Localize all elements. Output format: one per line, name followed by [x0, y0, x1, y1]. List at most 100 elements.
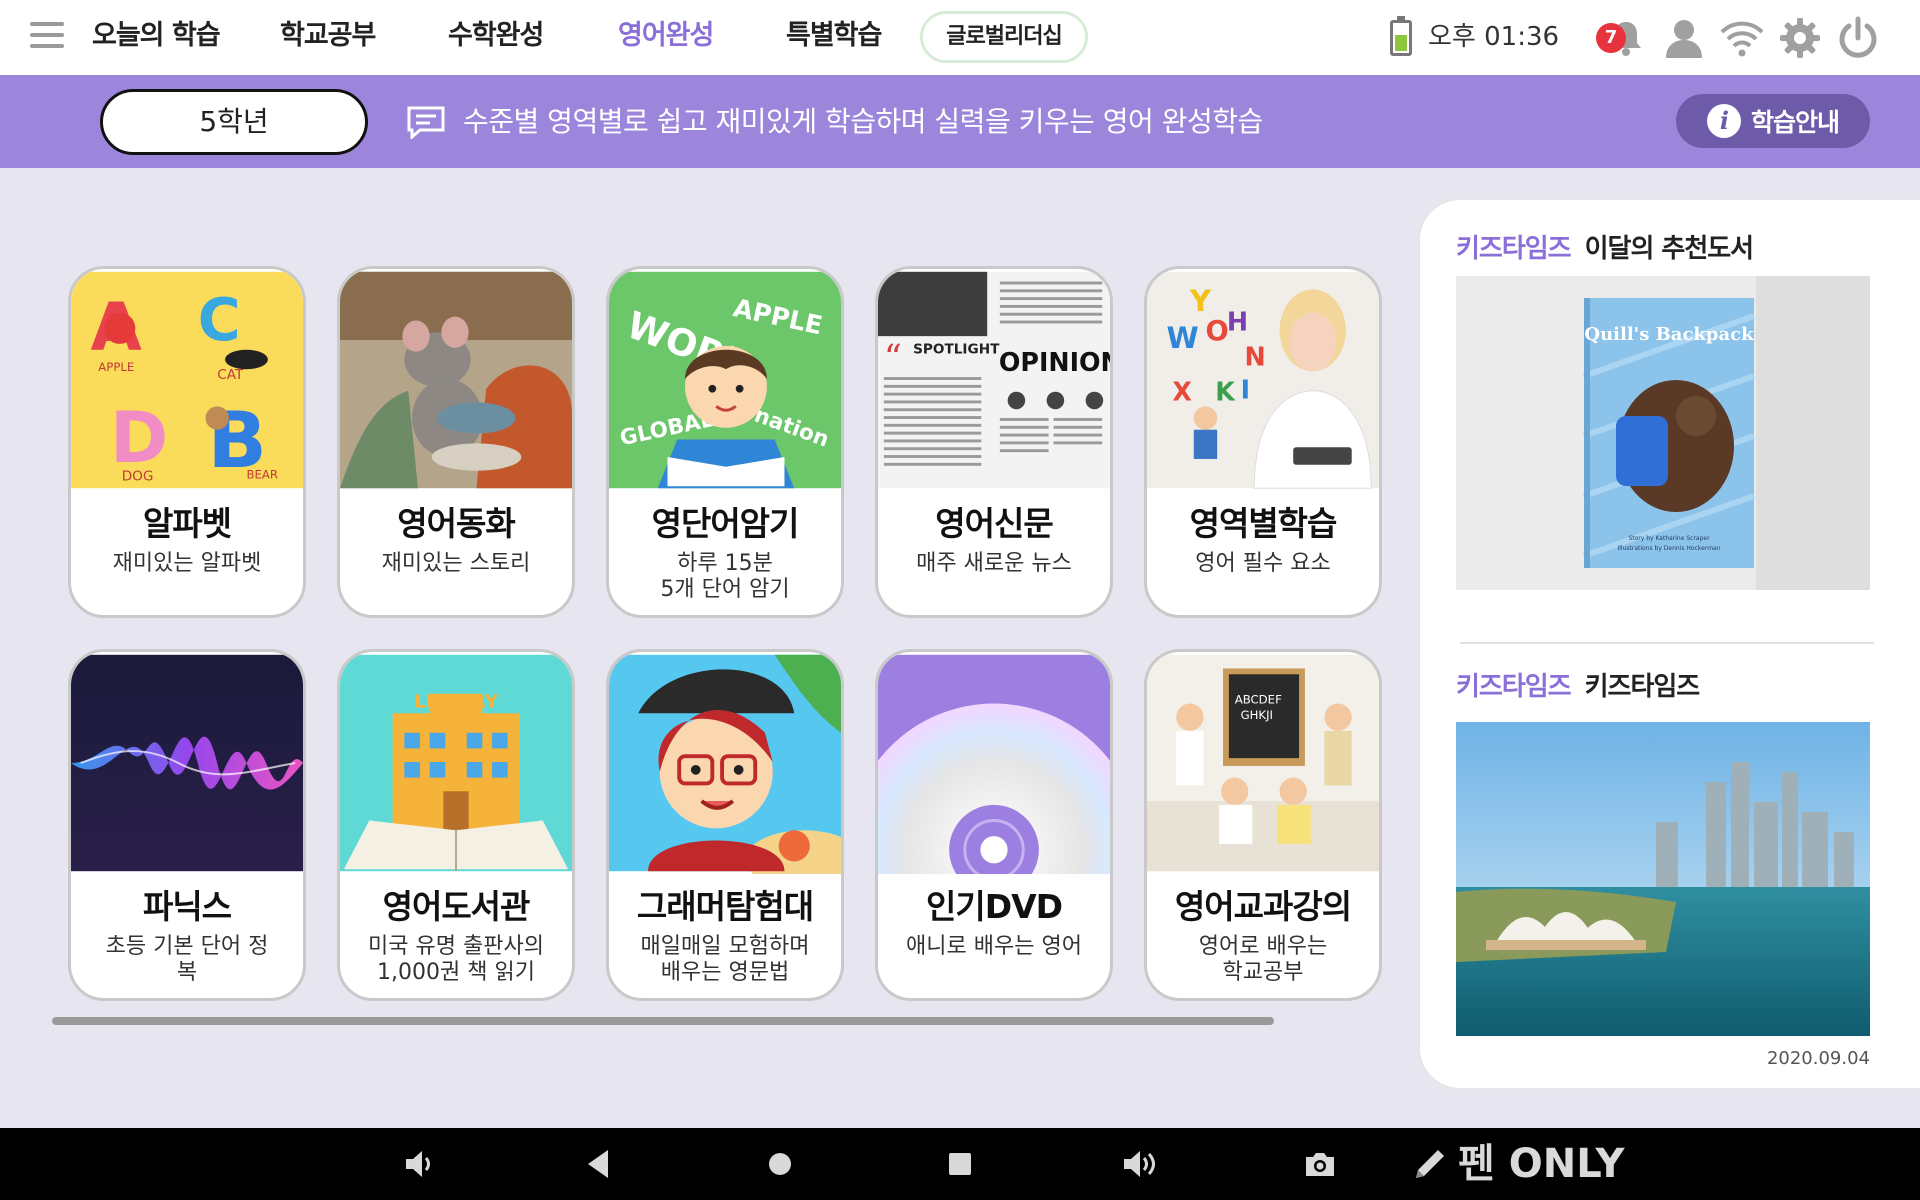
svg-text:Illustrations by Dennis Hocker: Illustrations by Dennis Hockerman: [1617, 545, 1720, 552]
library-book-illustration: LIBRARY: [340, 654, 572, 872]
camera-icon[interactable]: [1302, 1146, 1338, 1182]
sound-wave-illustration: [71, 654, 303, 872]
nav-school-study[interactable]: 학교공부: [280, 0, 376, 75]
card-title: 영어동화: [397, 504, 515, 543]
svg-text:SPOTLIGHT: SPOTLIGHT: [913, 342, 1000, 358]
system-navigation-bar: 펜 ONLY: [0, 1128, 1920, 1200]
kidstimes-news-heading: 키즈타임즈 키즈타임즈: [1456, 672, 1700, 702]
card-vocabulary[interactable]: WORD APPLE GLOBAL nation 영단어암기 하루 15분 5개 …: [606, 266, 844, 618]
card-desc: 영어 필수 요소: [1195, 551, 1331, 576]
svg-text:Quill's Backpack: Quill's Backpack: [1584, 324, 1754, 345]
card-desc: 매일매일 모험하며 배우는 영문법: [640, 934, 810, 985]
nav-special-study[interactable]: 특별학습: [786, 0, 882, 75]
svg-text:LIBRARY: LIBRARY: [414, 692, 498, 712]
news-date: 2020.09.04: [1766, 1048, 1870, 1069]
recommended-book-image[interactable]: Quill's Backpack Story by Katharine Scra…: [1456, 276, 1870, 590]
newspaper-illustration: “ SPOTLIGHT OPINION: [878, 271, 1110, 489]
pencil-icon: [1416, 1150, 1444, 1178]
mouse-storybook-illustration: [340, 271, 572, 489]
svg-text:“: “: [884, 337, 902, 378]
card-title: 영어도서관: [382, 887, 531, 926]
pirate-girl-illustration: [609, 654, 841, 874]
recent-apps-icon[interactable]: [942, 1146, 978, 1182]
menu-icon[interactable]: [30, 22, 64, 50]
purple-banner: 5학년 수준별 영역별로 쉽고 재미있게 학습하며 실력을 키우는 영어 완성학…: [0, 75, 1920, 168]
card-popular-dvd[interactable]: 인기DVD 애니로 배우는 영어: [875, 649, 1113, 1001]
status-clock: 오후 01:36: [1428, 22, 1560, 52]
card-desc: 하루 15분 5개 단어 암기: [660, 551, 790, 602]
svg-text:H: H: [1227, 306, 1248, 336]
recommended-book-heading: 키즈타임즈 이달의 추천도서: [1456, 234, 1754, 264]
card-desc: 재미있는 알파벳: [112, 551, 262, 576]
horizontal-scrollbar[interactable]: [52, 1017, 1274, 1025]
card-area-study[interactable]: Y W O X H K N I 영역별학습 영어 필수 요소: [1144, 266, 1382, 618]
svg-text:Story by Katharine Scraper: Story by Katharine Scraper: [1628, 535, 1710, 542]
card-title: 알파벳: [142, 504, 232, 543]
svg-text:X: X: [1172, 376, 1192, 406]
boy-reading-illustration: WORD APPLE GLOBAL nation: [609, 271, 841, 489]
card-desc: 영어로 배우는 학교공부: [1198, 934, 1328, 985]
svg-text:ABCDEF: ABCDEF: [1235, 693, 1282, 707]
card-desc: 초등 기본 단어 정복: [105, 934, 269, 985]
art-letter-d: D: [110, 397, 168, 479]
svg-text:APPLE: APPLE: [98, 360, 134, 374]
card-title: 인기DVD: [925, 887, 1063, 926]
svg-text:I: I: [1241, 375, 1250, 405]
kidstimes-news-image[interactable]: [1456, 722, 1870, 1036]
card-title: 영어교과강의: [1174, 887, 1352, 926]
study-guide-label: 학습안내: [1750, 108, 1840, 137]
svg-text:BEAR: BEAR: [246, 467, 278, 481]
card-title: 영단어암기: [651, 504, 800, 543]
svg-text:N: N: [1244, 341, 1265, 371]
card-title: 영어신문: [935, 504, 1053, 543]
svg-text:OPINION: OPINION: [999, 347, 1110, 377]
classroom-kids-illustration: ABCDEF GHKJI: [1147, 654, 1379, 872]
card-title: 영역별학습: [1189, 504, 1338, 543]
card-desc: 미국 유명 출판사의 1,000권 책 읽기: [368, 934, 544, 985]
svg-text:K: K: [1215, 376, 1236, 406]
info-icon: i: [1706, 104, 1741, 138]
banner-description: 수준별 영역별로 쉽고 재미있게 학습하며 실력을 키우는 영어 완성학습: [463, 105, 1263, 138]
user-icon[interactable]: [1662, 16, 1706, 60]
teacher-letters-illustration: Y W O X H K N I: [1147, 271, 1379, 489]
back-icon[interactable]: [580, 1146, 616, 1182]
card-desc: 매주 새로운 뉴스: [916, 551, 1072, 576]
svg-text:DOG: DOG: [122, 468, 154, 484]
svg-text:CAT: CAT: [217, 367, 244, 383]
card-desc: 재미있는 스토리: [381, 551, 531, 576]
svg-text:GHKJI: GHKJI: [1241, 708, 1273, 722]
notification-badge: 7: [1596, 23, 1626, 53]
card-english-lecture[interactable]: ABCDEF GHKJI 영어교과강의 영어로 배우는 학교공부: [1144, 649, 1382, 1001]
power-icon[interactable]: [1836, 16, 1880, 60]
card-desc: 애니로 배우는 영어: [906, 934, 1082, 959]
card-newspaper[interactable]: “ SPOTLIGHT OPINION 영어신문 매주 새로운 뉴스: [875, 266, 1113, 618]
pen-only-label: 펜 ONLY: [1458, 1141, 1625, 1187]
card-alphabet[interactable]: A C D B APPLE CAT DOG BEAR 알파벳 재미있는 알파벳: [68, 266, 306, 618]
dvd-disc-illustration: [878, 654, 1110, 874]
home-icon[interactable]: [762, 1146, 798, 1182]
volume-up-icon[interactable]: [1122, 1146, 1158, 1182]
card-grammar-expedition[interactable]: 그래머탐험대 매일매일 모험하며 배우는 영문법: [606, 649, 844, 1001]
card-title: 그래머탐험대: [636, 887, 814, 926]
study-guide-button[interactable]: i 학습안내: [1676, 94, 1870, 148]
svg-text:Y: Y: [1189, 284, 1212, 318]
nav-global-leadership[interactable]: 글로벌리더십: [920, 11, 1088, 63]
battery-icon: [1390, 16, 1412, 56]
nav-math[interactable]: 수학완성: [448, 0, 544, 75]
card-english-story[interactable]: 영어동화 재미있는 스토리: [337, 266, 575, 618]
svg-text:O: O: [1205, 316, 1228, 347]
svg-text:W: W: [1166, 321, 1198, 355]
volume-down-icon[interactable]: [402, 1146, 438, 1182]
wifi-icon: [1720, 21, 1764, 57]
alphabet-illustration: A C D B APPLE CAT DOG BEAR: [71, 271, 303, 489]
card-english-library[interactable]: LIBRARY 영어도서관 미국 유명 출판사의 1,000권 책 읽기: [337, 649, 575, 1001]
speech-bubble-icon: [407, 106, 445, 139]
grade-select-button[interactable]: 5학년: [100, 89, 368, 155]
pen-only-button[interactable]: 펜 ONLY: [1410, 1128, 1624, 1200]
gear-icon[interactable]: [1778, 16, 1822, 60]
kidstimes-panel: 키즈타임즈 이달의 추천도서 Quill's Backpack Story by …: [1420, 200, 1920, 1088]
card-phonics[interactable]: 파닉스 초등 기본 단어 정복: [68, 649, 306, 1001]
art-letter-c: C: [198, 286, 241, 354]
nav-today-study[interactable]: 오늘의 학습: [92, 0, 221, 75]
nav-english[interactable]: 영어완성: [618, 0, 714, 75]
